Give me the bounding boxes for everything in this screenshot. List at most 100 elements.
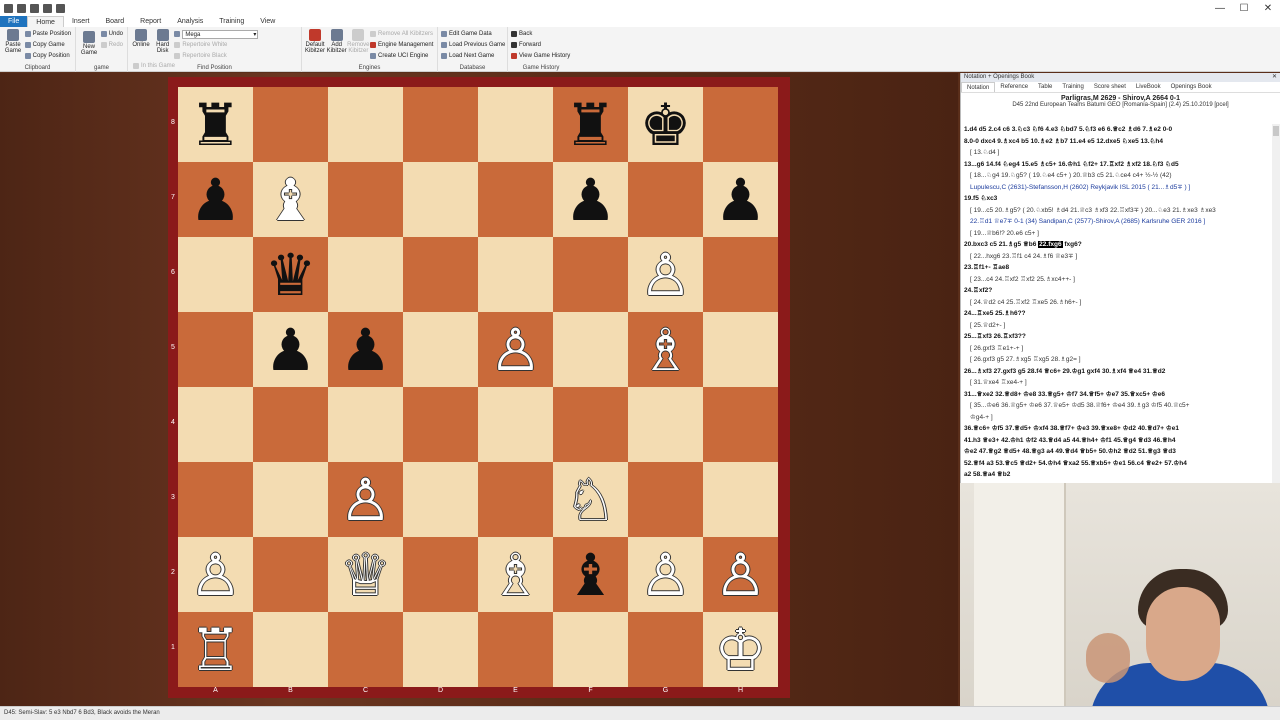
square-b8[interactable] (253, 87, 328, 162)
paste-game-button[interactable]: Paste Game (3, 29, 23, 54)
variation-line[interactable]: [ 22...hxg6 23.♖f1 c4 24.♗f6 ♕e3∓ ] (964, 251, 1270, 263)
square-d4[interactable] (403, 387, 478, 462)
new-game-button[interactable]: New Game (79, 31, 99, 56)
piece-h7[interactable]: ♟ (703, 162, 778, 237)
piece-e2[interactable]: ♗ (478, 537, 553, 612)
variation-line[interactable]: [ 23...c4 24.♖xf2 ♖xf2 25.♗xc4++- ] (964, 274, 1270, 286)
tab-analysis[interactable]: Analysis (169, 16, 211, 27)
square-d1[interactable] (403, 612, 478, 687)
piece-g8[interactable]: ♚ (628, 87, 703, 162)
variation-line[interactable]: [ 19...c5 20.♗g5? ( 20.♘xb5! ♗d4 21.♕c3 … (964, 205, 1270, 217)
piece-a1[interactable]: ♖ (178, 612, 253, 687)
move-line[interactable]: 26...♗xf3 27.gxf3 g5 28.f4 ♕c6+ 29.♔g1 g… (964, 366, 1270, 378)
variation-line[interactable]: 22.♖d1 ♕e7∓ 0-1 (34) Sandipan,C (2577)-S… (964, 216, 1270, 228)
current-move-highlight[interactable]: 22.fxg6 (1038, 241, 1063, 248)
variation-line[interactable]: [ 26.gxf3 g5 27.♗xg5 ♖xg5 28.♗g2= ] (964, 354, 1270, 366)
variation-line[interactable]: [ 18...♘g4 19.♘g5? ( 19.♘e4 c5+ ) 20.♕b3… (964, 170, 1270, 182)
piece-f7[interactable]: ♟ (553, 162, 628, 237)
move-line[interactable]: 1.d4 d5 2.c4 c6 3.♘c3 ♘f6 4.e3 ♘bd7 5.♘f… (964, 124, 1270, 136)
minimize-button[interactable]: — (1208, 0, 1232, 16)
piece-h1[interactable]: ♔ (703, 612, 778, 687)
square-c1[interactable] (328, 612, 403, 687)
back-button[interactable]: Back (511, 29, 570, 39)
square-e4[interactable] (478, 387, 553, 462)
redo-icon[interactable] (43, 3, 52, 13)
load-previous-game-button[interactable]: Load Previous Game (441, 40, 505, 50)
square-b4[interactable] (253, 387, 328, 462)
square-f6[interactable] (553, 237, 628, 312)
forward-button[interactable]: Forward (511, 40, 570, 50)
square-b3[interactable] (253, 462, 328, 537)
piece-b6[interactable]: ♛ (253, 237, 328, 312)
piece-f8[interactable]: ♜ (553, 87, 628, 162)
square-h5[interactable] (703, 312, 778, 387)
hard-disk-button[interactable]: Hard Disk (153, 29, 173, 54)
repertoire-white-button[interactable]: Repertoire White (174, 40, 258, 50)
move-line[interactable]: 19.f5 ♘xc3 (964, 193, 1270, 205)
tab-score-sheet[interactable]: Score sheet (1089, 82, 1131, 92)
move-line[interactable]: 20.bxc3 c5 21.♗g5 ♕b6 22.fxg6 fxg6? (964, 239, 1270, 251)
square-d3[interactable] (403, 462, 478, 537)
tab-livebook[interactable]: LiveBook (1131, 82, 1166, 92)
load-next-game-button[interactable]: Load Next Game (441, 51, 505, 61)
variation-line[interactable]: Lupulescu,C (2631)-Stefansson,H (2602) R… (964, 182, 1270, 194)
view-game-history-button[interactable]: View Game History (511, 51, 570, 61)
redo-button[interactable]: Redo (100, 40, 123, 50)
square-f1[interactable] (553, 612, 628, 687)
paste-position-button[interactable]: Paste Position (24, 29, 71, 39)
save-icon[interactable] (17, 3, 26, 13)
square-h3[interactable] (703, 462, 778, 537)
print-icon[interactable] (56, 3, 65, 13)
square-c8[interactable] (328, 87, 403, 162)
move-line[interactable]: 8.0-0 dxc4 9.♗xc4 b5 10.♗e2 ♗b7 11.e4 e5… (964, 136, 1270, 148)
chess-board[interactable]: ♜ ♜ ♚ ♟ ♝ ♟ ♟ ♛ ♙ ♟ ♟ ♙ ♗ ♙ ♘ ♙ ♕ ♗ ♝ ♙ ♙ ♖ ♔ (178, 87, 780, 687)
square-a4[interactable] (178, 387, 253, 462)
square-d6[interactable] (403, 237, 478, 312)
notation-scrollbar[interactable] (1272, 124, 1280, 483)
tab-training[interactable]: Training (1057, 82, 1088, 92)
square-d5[interactable] (403, 312, 478, 387)
square-a5[interactable] (178, 312, 253, 387)
move-line[interactable]: 41.h3 ♕e3+ 42.♔h1 ♔f2 43.♕d4 a5 44.♕h4+ … (964, 435, 1270, 447)
square-g3[interactable] (628, 462, 703, 537)
square-a6[interactable] (178, 237, 253, 312)
square-e1[interactable] (478, 612, 553, 687)
move-list[interactable]: 1.d4 d5 2.c4 c6 3.♘c3 ♘f6 4.e3 ♘bd7 5.♘f… (964, 124, 1270, 484)
square-f4[interactable] (553, 387, 628, 462)
square-b1[interactable] (253, 612, 328, 687)
move-line[interactable]: 25...♖xf3 26.♖xf3?? (964, 331, 1270, 343)
copy-game-button[interactable]: Copy Game (24, 40, 71, 50)
square-g1[interactable] (628, 612, 703, 687)
piece-c2[interactable]: ♕ (328, 537, 403, 612)
square-c4[interactable] (328, 387, 403, 462)
square-b2[interactable] (253, 537, 328, 612)
remove-kibitzer-button[interactable]: Remove Kibitzer (347, 29, 370, 54)
tab-openings-book[interactable]: Openings Book (1166, 82, 1217, 92)
piece-c3[interactable]: ♙ (328, 462, 403, 537)
tab-table[interactable]: Table (1033, 82, 1057, 92)
move-line[interactable]: 31...♕xe2 32.♕d8+ ♔e8 33.♕g5+ ♔f7 34.♕f5… (964, 389, 1270, 401)
variation-line[interactable]: [ 35...♔e6 36.♕g5+ ♔e6 37.♕e5+ ♔d5 38.♕f… (964, 400, 1270, 412)
tab-notation[interactable]: Notation (961, 82, 996, 92)
square-d8[interactable] (403, 87, 478, 162)
square-g4[interactable] (628, 387, 703, 462)
piece-f3[interactable]: ♘ (553, 462, 628, 537)
square-e3[interactable] (478, 462, 553, 537)
repertoire-black-button[interactable]: Repertoire Black (174, 51, 258, 61)
square-e8[interactable] (478, 87, 553, 162)
tab-reference[interactable]: Reference (995, 82, 1033, 92)
move-line[interactable]: 24.♖xf2? (964, 285, 1270, 297)
square-f5[interactable] (553, 312, 628, 387)
square-d2[interactable] (403, 537, 478, 612)
square-d7[interactable] (403, 162, 478, 237)
piece-a7[interactable]: ♟ (178, 162, 253, 237)
piece-c5[interactable]: ♟ (328, 312, 403, 387)
square-e6[interactable] (478, 237, 553, 312)
move-text[interactable]: fxg6? (1063, 241, 1081, 248)
square-h8[interactable] (703, 87, 778, 162)
variation-line[interactable]: [ 24.♕d2 c4 25.♖xf2 ♖xe5 26.♗h6+- ] (964, 297, 1270, 309)
tab-home[interactable]: Home (27, 15, 64, 28)
tab-board[interactable]: Board (97, 16, 132, 27)
move-line[interactable]: 52.♕f4 a3 53.♕c5 ♕d2+ 54.♔h4 ♕xa2 55.♕xb… (964, 458, 1270, 470)
create-uci-engine-button[interactable]: Create UCI Engine (370, 51, 433, 61)
